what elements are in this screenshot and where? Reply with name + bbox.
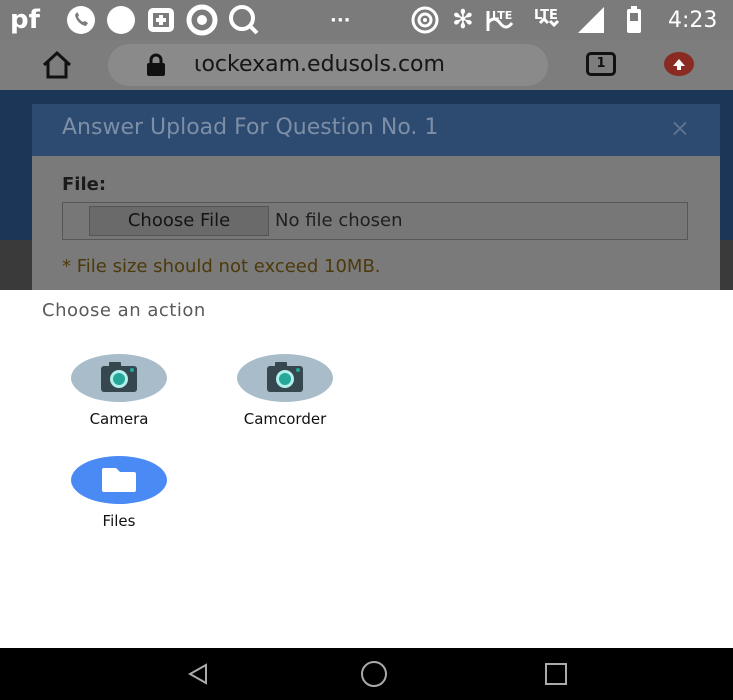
file-status-text: No file chosen bbox=[275, 210, 403, 231]
recents-icon[interactable] bbox=[526, 648, 586, 700]
home-icon[interactable] bbox=[40, 50, 74, 84]
file-size-note: * File size should not exceed 10MB. bbox=[62, 256, 381, 277]
modal-title: Answer Upload For Question No. 1 bbox=[62, 115, 439, 140]
search-icon bbox=[228, 0, 260, 40]
home-nav-icon[interactable] bbox=[344, 648, 404, 700]
tab-switcher-button[interactable]: 1 bbox=[586, 52, 616, 76]
carrier-label: pf bbox=[10, 5, 40, 35]
chooser-title: Choose an action bbox=[42, 300, 206, 321]
browser-toolbar: ιockexam.edusols.com 1 bbox=[0, 40, 733, 90]
app-label-files: Files bbox=[102, 512, 136, 530]
action-chooser-sheet: Choose an action Camera Camcorder Files bbox=[0, 290, 733, 648]
app-label-camera: Camera bbox=[89, 410, 149, 428]
close-icon[interactable]: × bbox=[670, 114, 690, 142]
file-input[interactable]: Choose File No file chosen bbox=[62, 202, 688, 240]
lte-signal-icon: LTE bbox=[484, 0, 524, 40]
update-icon[interactable] bbox=[664, 52, 694, 80]
battery-icon bbox=[624, 0, 644, 40]
plus-box-icon bbox=[146, 0, 176, 40]
app-option-camera[interactable]: Camera bbox=[49, 354, 189, 428]
bluetooth-icon: ✻ bbox=[452, 5, 474, 35]
clock: 4:23 bbox=[668, 7, 718, 33]
lte-data-icon: LTE bbox=[530, 0, 566, 40]
upload-modal: Answer Upload For Question No. 1 × File:… bbox=[32, 104, 720, 290]
folder-icon bbox=[71, 456, 167, 504]
system-navigation-bar bbox=[0, 648, 733, 700]
address-bar[interactable]: ιockexam.edusols.com bbox=[108, 44, 548, 86]
camcorder-icon bbox=[237, 354, 333, 402]
more-icon: ··· bbox=[330, 9, 351, 31]
app-option-files[interactable]: Files bbox=[49, 456, 189, 530]
phone-icon bbox=[66, 0, 96, 40]
modal-header: Answer Upload For Question No. 1 × bbox=[32, 104, 720, 156]
ring-icon bbox=[186, 0, 218, 40]
webpage-background: Answer Upload For Question No. 1 × File:… bbox=[0, 90, 733, 290]
app-label-camcorder: Camcorder bbox=[243, 410, 327, 428]
url-text: ιockexam.edusols.com bbox=[194, 52, 445, 77]
signal-icon bbox=[576, 0, 606, 40]
camera-icon bbox=[71, 354, 167, 402]
nfc-icon bbox=[410, 0, 440, 40]
dot-icon bbox=[106, 0, 136, 40]
file-label: File: bbox=[62, 174, 107, 195]
choose-file-button[interactable]: Choose File bbox=[89, 206, 269, 236]
status-bar: pf ··· ✻ LTE LTE 4:23 bbox=[0, 0, 733, 40]
lock-icon bbox=[146, 53, 166, 81]
app-option-camcorder[interactable]: Camcorder bbox=[215, 354, 355, 428]
back-icon[interactable] bbox=[168, 648, 228, 700]
